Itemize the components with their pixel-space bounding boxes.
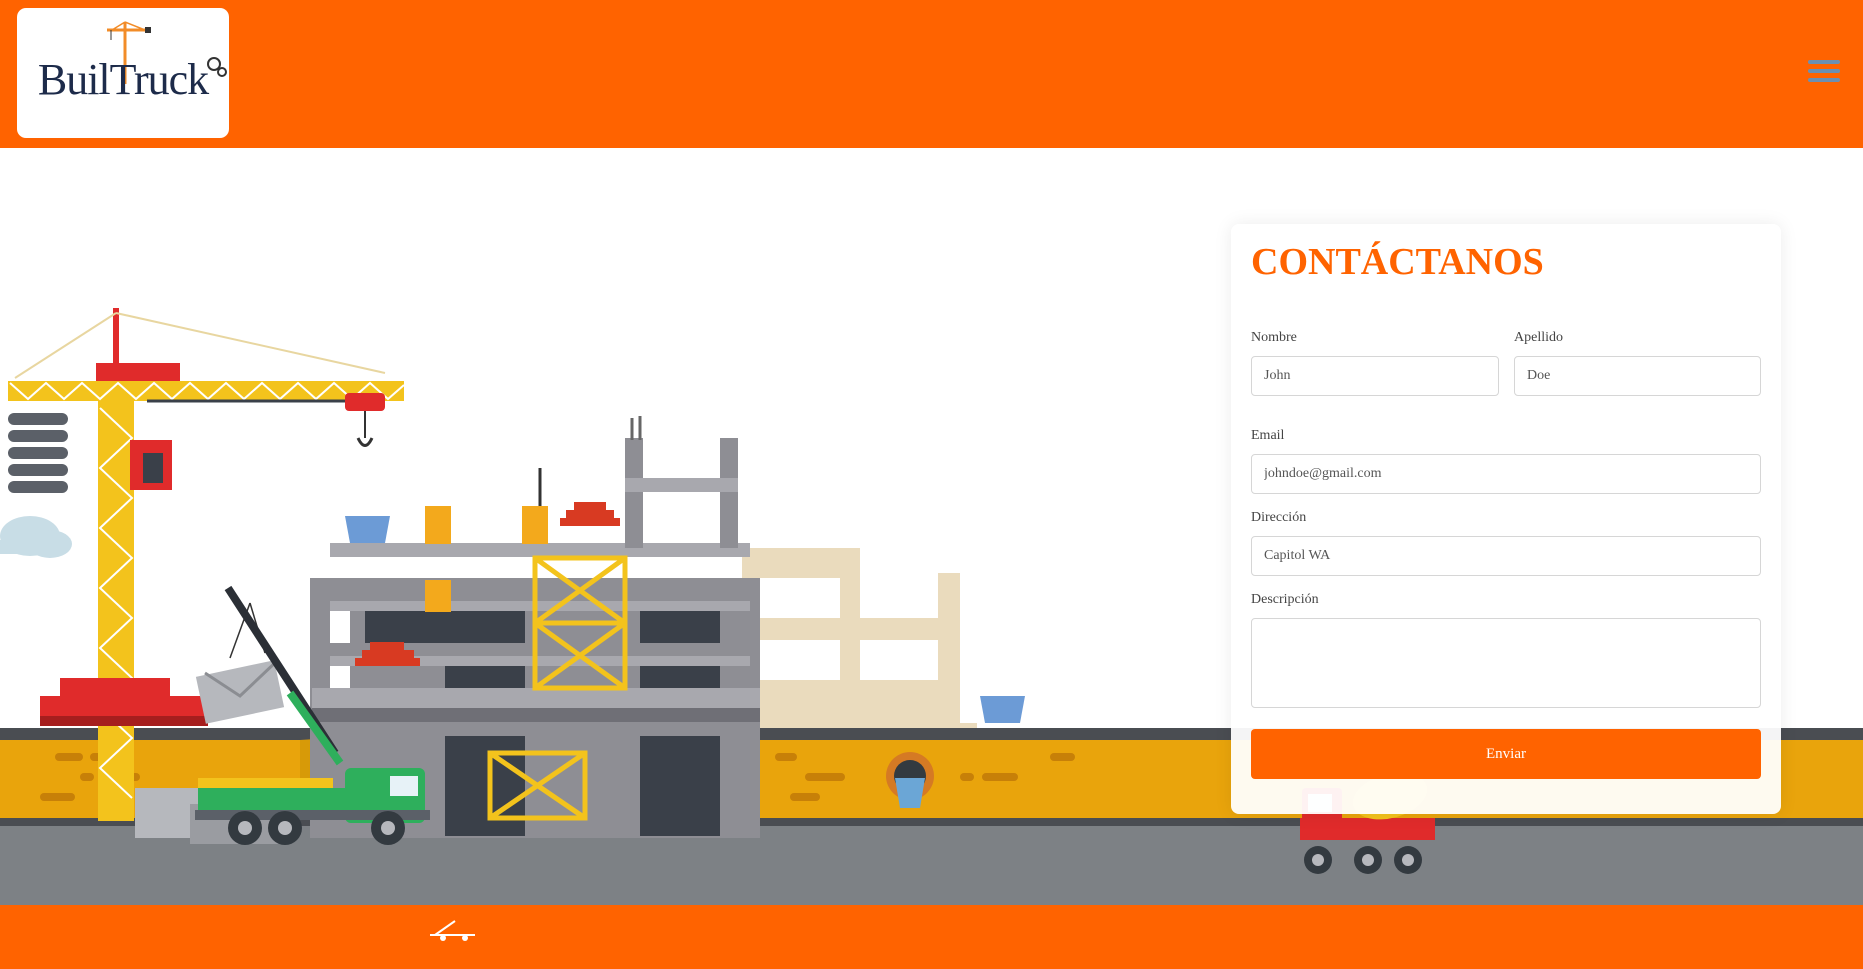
cloud-icon bbox=[0, 516, 72, 558]
site-footer bbox=[0, 905, 1863, 969]
address-input[interactable] bbox=[1251, 536, 1761, 576]
contact-form: CONTÁCTANOS Nombre Apellido Email Direcc… bbox=[1231, 224, 1781, 814]
crane-icon bbox=[430, 920, 475, 941]
last-name-input[interactable] bbox=[1514, 356, 1761, 396]
hamburger-menu-icon[interactable] bbox=[1808, 60, 1840, 86]
submit-button[interactable]: Enviar bbox=[1251, 729, 1761, 779]
last-name-label: Apellido bbox=[1514, 330, 1563, 345]
email-label: Email bbox=[1251, 428, 1285, 443]
description-label: Descripción bbox=[1251, 592, 1319, 607]
address-label: Dirección bbox=[1251, 510, 1307, 525]
brand-logo[interactable]: BuilTruck bbox=[17, 8, 229, 138]
description-textarea[interactable] bbox=[1251, 618, 1761, 708]
background-building bbox=[742, 548, 977, 743]
email-input[interactable] bbox=[1251, 454, 1761, 494]
logo-text: BuilTruck bbox=[37, 54, 209, 104]
first-name-input[interactable] bbox=[1251, 356, 1499, 396]
contact-title: CONTÁCTANOS bbox=[1251, 241, 1544, 283]
site-header: BuilTruck bbox=[0, 0, 1863, 148]
first-name-label: Nombre bbox=[1251, 330, 1297, 345]
